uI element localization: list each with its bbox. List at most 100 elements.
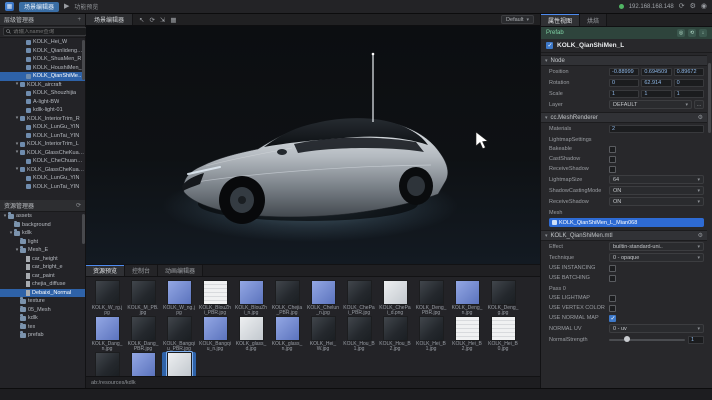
assets-tree-item[interactable]: prefab: [0, 331, 85, 340]
asset-thumbnail[interactable]: KOLK_Deng_g.jpg: [486, 280, 520, 315]
settings-icon[interactable]: ⚙: [690, 3, 696, 10]
normal-strength-slider[interactable]: 1: [609, 336, 704, 344]
hierarchy-item[interactable]: KOLK_Hei_W: [0, 38, 85, 47]
hierarchy-item[interactable]: KOLK_LunGu_YIN: [0, 174, 85, 183]
assets-tree-item[interactable]: Debaixi_Normal: [0, 289, 85, 298]
assets-tree-item[interactable]: ▾Mesh_E: [0, 246, 85, 255]
node-active-checkbox[interactable]: [546, 42, 553, 49]
assets-tree-item[interactable]: car_paint: [0, 272, 85, 281]
property-checkbox[interactable]: [609, 275, 616, 282]
assets-tree-item[interactable]: tex: [0, 323, 85, 332]
slider-track[interactable]: [609, 339, 685, 341]
assets-tree-item[interactable]: kdlk: [0, 314, 85, 323]
tab-console[interactable]: 控制台: [125, 265, 158, 276]
asset-thumbnail[interactable]: KOLK_W_rg.jpg: [90, 280, 124, 315]
normal-uv-dropdown[interactable]: 0 - uv: [609, 324, 704, 333]
asset-thumbnail[interactable]: KOLK_Hei_B0.jpg: [486, 316, 520, 351]
scale-x-field[interactable]: 1: [609, 90, 639, 98]
asset-thumbnail[interactable]: KOLK_Dang_d.jpg: [90, 352, 124, 376]
property-dropdown[interactable]: builtin-standard-uni..: [609, 242, 704, 251]
property-checkbox[interactable]: [609, 166, 616, 173]
hierarchy-item[interactable]: ▾KOLK_GlassCheKuang_L: [0, 149, 85, 158]
hierarchy-item[interactable]: ▾KOLK_aircraft: [0, 81, 85, 90]
property-dropdown[interactable]: ON: [609, 197, 704, 206]
hierarchy-item[interactable]: A-light-BW: [0, 98, 85, 107]
tab-asset-preview[interactable]: 资源预览: [86, 265, 125, 276]
asset-thumbnail[interactable]: KOLK_Hui_d.jpg: [162, 352, 196, 376]
hierarchy-item[interactable]: KOLK_QianShiMen_L: [0, 72, 85, 81]
asset-thumbnail[interactable]: KOLK_Dang_n.jpg: [90, 316, 124, 351]
assets-tree-item[interactable]: car_height: [0, 255, 85, 264]
asset-thumbnail[interactable]: KOLK_Dong_n.jpg: [126, 352, 160, 376]
assets-tree-item[interactable]: ▾kdlk: [0, 229, 85, 238]
asset-thumbnail[interactable]: KOLK_BlouZhi_n.jpg: [234, 280, 268, 315]
tab-scene-editor[interactable]: 场景编辑器: [86, 14, 133, 25]
assets-tree-item[interactable]: ▾assets: [0, 212, 85, 221]
asset-thumbnail[interactable]: KOLK_Hei_W.jpg: [306, 316, 340, 351]
property-dropdown[interactable]: 64: [609, 175, 704, 184]
position-y-field[interactable]: 0.694509: [641, 68, 671, 76]
asset-thumbnail[interactable]: KOLK_Bangqiu_n.jpg: [198, 316, 232, 351]
grid-tool-icon[interactable]: ▦: [170, 16, 176, 24]
prefab-save-icon[interactable]: ↓: [699, 29, 707, 37]
rotation-x-field[interactable]: 0: [609, 79, 639, 87]
materials-count-field[interactable]: 2: [609, 125, 704, 133]
assets-tree-item[interactable]: texture: [0, 297, 85, 306]
asset-thumbnail[interactable]: KOLK_Chejia_PBR.jpg: [270, 280, 304, 315]
mesh-asset-field[interactable]: KOLK_QianShiMen_L_Mian068: [549, 218, 704, 227]
refresh-assets-icon[interactable]: ⟳: [76, 203, 81, 209]
tab-bake[interactable]: 烘焙: [580, 14, 607, 26]
hierarchy-item[interactable]: KOLK_Qianlideng_W: [0, 47, 85, 56]
hierarchy-item[interactable]: KOLK_LunTai_YIN: [0, 183, 85, 192]
move-tool-icon[interactable]: ↖: [139, 16, 144, 24]
meshrenderer-section-header[interactable]: cc.MeshRenderer ⚙: [541, 112, 707, 123]
asset-thumbnail[interactable]: KOLK_M_PB.jpg: [126, 280, 160, 315]
play-button[interactable]: ▶: [64, 3, 69, 10]
rotate-tool-icon[interactable]: ⟳: [149, 16, 154, 24]
hierarchy-search-input[interactable]: [13, 29, 84, 35]
hierarchy-item[interactable]: KOLK_LunTai_YIN: [0, 132, 85, 141]
component-gear-icon[interactable]: ⚙: [698, 115, 703, 121]
property-checkbox[interactable]: [609, 156, 616, 163]
material-section-header[interactable]: KOLK_QianShiMen.mtl ⚙: [541, 230, 707, 241]
asset-thumbnail[interactable]: KOLK_Hou_B1.jpg: [342, 316, 376, 351]
property-checkbox[interactable]: [609, 265, 616, 272]
scene-viewport[interactable]: [86, 26, 540, 264]
asset-thumbnail[interactable]: KOLK_Deng_PBR.jpg: [414, 280, 448, 315]
hierarchy-item[interactable]: KOLK_CheChuang_Hei: [0, 157, 85, 166]
asset-thumbnail[interactable]: KOLK_Chelun_n.jpg: [306, 280, 340, 315]
layout-mode-dropdown[interactable]: Default: [501, 15, 534, 24]
rotation-z-field[interactable]: 0: [674, 79, 704, 87]
position-x-field[interactable]: -0.88999: [609, 68, 639, 76]
inspector-scrollbar[interactable]: [708, 63, 711, 133]
asset-path-breadcrumb[interactable]: ab:/resources/kdlk: [91, 380, 136, 386]
pass-label[interactable]: Pass 0: [541, 283, 707, 293]
assets-tree-item[interactable]: chejia_diffuse: [0, 280, 85, 289]
asset-thumbnail[interactable]: KOLK_Hei_B1.jpg: [414, 316, 448, 351]
layer-dropdown[interactable]: DEFAULT: [609, 100, 692, 109]
material-gear-icon[interactable]: ⚙: [698, 233, 703, 239]
scene-editor-chip[interactable]: 场景编辑器: [19, 2, 59, 12]
hierarchy-search-box[interactable]: [3, 27, 87, 36]
prefab-reset-icon[interactable]: ⟲: [688, 29, 696, 37]
asset-thumbnail[interactable]: KOLK_ChePai_PBR.jpg: [342, 280, 376, 315]
property-dropdown[interactable]: 0 - opaque: [609, 253, 704, 262]
asset-thumbnail[interactable]: KOLK_ChePai_d.png: [378, 280, 412, 315]
prefab-locate-icon[interactable]: ◎: [677, 29, 685, 37]
slider-thumb[interactable]: [624, 336, 630, 342]
property-dropdown[interactable]: ON: [609, 186, 704, 195]
position-z-field[interactable]: 0.89672: [674, 68, 704, 76]
user-icon[interactable]: ◉: [701, 3, 707, 10]
asset-thumbnail[interactable]: KOLK_Deng_n.jpg: [450, 280, 484, 315]
node-section-header[interactable]: Node: [541, 55, 707, 66]
hierarchy-item[interactable]: KOLK_HoushiMen_L: [0, 64, 85, 73]
hierarchy-item[interactable]: KOLK_Shouzhijia: [0, 89, 85, 98]
hierarchy-item[interactable]: KOLK_LunGu_YIN: [0, 123, 85, 132]
property-checkbox[interactable]: [609, 305, 616, 312]
hierarchy-item[interactable]: ▾KOLK_InteriorTrim_R: [0, 115, 85, 124]
assets-tree-item[interactable]: background: [0, 221, 85, 230]
hierarchy-item[interactable]: KOLK_ShuaMen_R: [0, 55, 85, 64]
asset-thumbnail[interactable]: KOLK_Hei_B2.jpg: [450, 316, 484, 351]
sync-icon[interactable]: ⟳: [679, 3, 685, 10]
asset-thumbnail[interactable]: KOLK_Hou_B2.jpg: [378, 316, 412, 351]
